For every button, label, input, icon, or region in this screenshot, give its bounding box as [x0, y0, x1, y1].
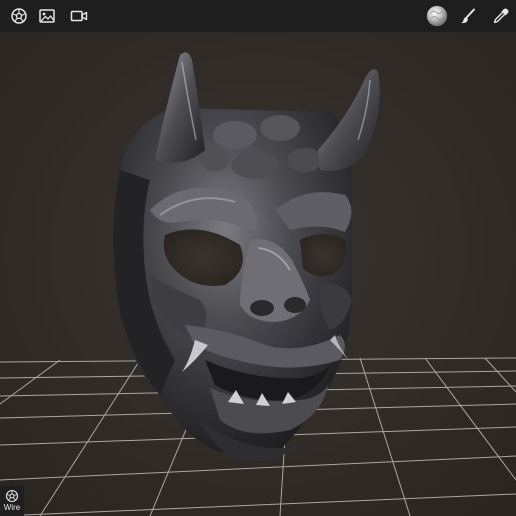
wire-toggle-label: Wire	[3, 503, 21, 512]
render-settings-icon	[11, 8, 27, 24]
matcap-button[interactable]	[424, 3, 450, 29]
brush-button[interactable]	[456, 4, 480, 28]
color-picker-button[interactable]	[489, 4, 513, 28]
wireframe-icon	[5, 489, 19, 503]
brush-icon	[461, 8, 475, 24]
wireframe-toggle-button[interactable]: Wire	[0, 486, 24, 516]
matcap-sphere-icon	[426, 5, 448, 27]
viewport-canvas	[0, 32, 516, 516]
video-camera-icon	[70, 10, 88, 22]
app-window: Wire	[0, 0, 516, 516]
color-picker-icon	[493, 8, 509, 24]
render-settings-button[interactable]	[7, 4, 31, 28]
record-video-button[interactable]	[67, 4, 91, 28]
top-toolbar	[0, 0, 516, 32]
screenshot-button[interactable]	[35, 4, 59, 28]
image-icon	[39, 9, 55, 23]
3d-viewport[interactable]	[0, 32, 516, 516]
